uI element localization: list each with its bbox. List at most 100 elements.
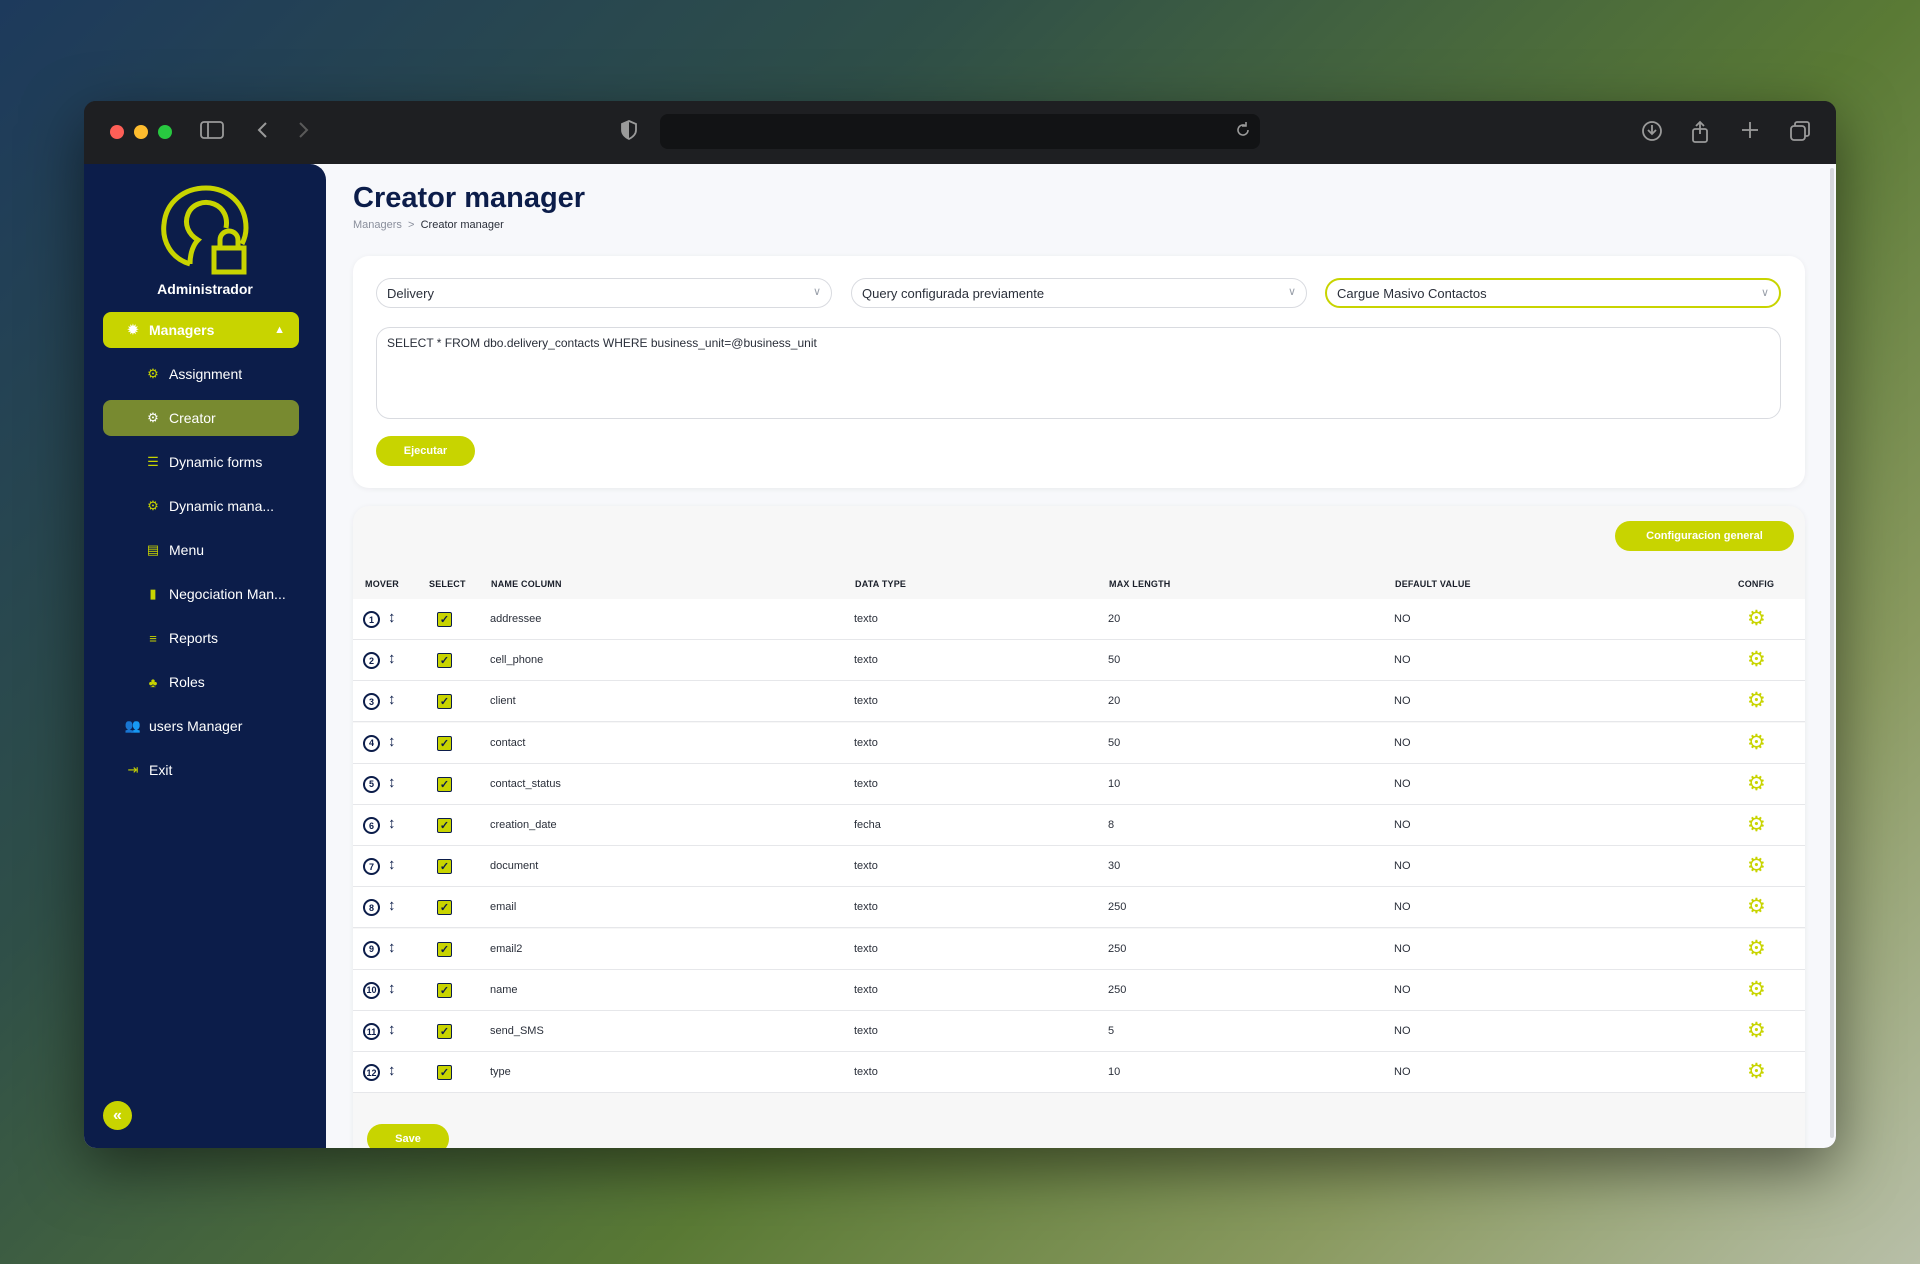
collapse-sidebar-button[interactable]: « [103,1101,132,1130]
sitemap-icon: ♣ [148,674,158,690]
sidebar-item-menu[interactable]: ▤ Menu [103,532,299,568]
columns-card: Configuracion general MOVER SELECT NAME … [353,506,1805,1148]
gears-icon: ⚙ [147,498,159,513]
breadcrumb-parent[interactable]: Managers [353,219,402,231]
gear-icon[interactable]: ⚙ [1747,979,1766,1000]
drag-handle-icon[interactable]: ↕ [388,897,396,914]
row-select-checkbox[interactable]: ✓ [437,612,452,627]
row-select-checkbox[interactable]: ✓ [437,694,452,710]
select-value: Cargue Masivo Contactos [1337,285,1487,301]
default-value: NO [1394,654,1411,667]
gear-icon[interactable]: ⚙ [1747,938,1766,959]
page-title: Creator manager [353,182,586,214]
sidebar-item-assignment[interactable]: ⚙ Assignment [103,356,299,392]
back-icon[interactable] [256,120,270,146]
drag-handle-icon[interactable]: ↕ [388,1062,396,1079]
row-select-checkbox[interactable]: ✓ [437,982,452,998]
sidebar-item-users-manager[interactable]: 👥 users Manager [103,708,299,744]
max-length: 50 [1108,654,1121,667]
address-bar[interactable] [660,114,1260,149]
row-select-checkbox[interactable]: ✓ [437,1065,452,1081]
drag-handle-icon[interactable]: ↕ [388,650,396,667]
forward-icon[interactable] [296,120,310,146]
default-value: NO [1394,819,1411,831]
sidebar-item-dynamic-manager[interactable]: ⚙ Dynamic mana... [103,488,299,524]
header-default-value: DEFAULT VALUE [1395,579,1471,589]
drag-handle-icon[interactable]: ↕ [388,856,396,873]
table-row: 3 ↕ ✓ client texto 20 NO ⚙ [353,681,1805,723]
row-select-checkbox[interactable]: ✓ [437,776,452,792]
row-number: 10 [363,981,380,999]
data-type: texto [854,777,878,790]
sidebar-toggle-icon[interactable] [200,120,224,146]
drag-handle-icon[interactable]: ↕ [388,980,396,997]
column-name: type [490,1066,511,1079]
maximize-window-button[interactable] [158,125,172,139]
query-type-select[interactable]: Query configurada previamente ∨ [851,278,1307,308]
sidebar-item-roles[interactable]: ♣ Roles [103,664,299,700]
drag-handle-icon[interactable]: ↕ [388,691,396,708]
row-select-checkbox[interactable]: ✓ [437,818,452,833]
execute-button[interactable]: Ejecutar [376,436,475,466]
row-select-checkbox[interactable]: ✓ [437,735,452,751]
gear-icon[interactable]: ⚙ [1747,896,1766,917]
sidebar-item-reports[interactable]: ≡ Reports [103,620,299,656]
row-select-checkbox[interactable]: ✓ [437,900,452,916]
row-select-checkbox[interactable]: ✓ [437,653,452,669]
default-value: NO [1394,695,1411,708]
sql-query-textarea[interactable]: SELECT * FROM dbo.delivery_contacts WHER… [376,327,1781,419]
data-type: texto [854,613,878,625]
gear-icon[interactable]: ⚙ [1747,1061,1766,1082]
query-card: Delivery ∨ Query configurada previamente… [353,256,1805,488]
tabs-overview-icon[interactable] [1789,120,1811,148]
sidebar-item-exit[interactable]: ⇥ Exit [103,752,299,788]
page-scrollbar[interactable] [1830,168,1834,1138]
minimize-window-button[interactable] [134,125,148,139]
save-button[interactable]: Save [367,1124,449,1148]
chevron-up-icon: ▲ [274,324,285,336]
sidebar-item-dynamic-forms[interactable]: ☰ Dynamic forms [103,444,299,480]
data-type: texto [854,942,878,955]
close-window-button[interactable] [110,125,124,139]
drag-handle-icon[interactable]: ↕ [388,609,396,626]
sidebar-item-negociation-manager[interactable]: ▮ Negociation Man... [103,576,299,612]
drag-handle-icon[interactable]: ↕ [388,774,396,791]
new-tab-icon[interactable] [1740,120,1760,146]
gear-icon[interactable]: ⚙ [1747,814,1766,835]
general-config-button[interactable]: Configuracion general [1615,521,1794,551]
gears-icon: ⚙ [147,366,159,381]
share-icon[interactable] [1690,120,1710,150]
shield-icon[interactable] [620,120,638,146]
sidebar-item-creator[interactable]: ⚙ Creator [103,400,299,436]
table-row: 7 ↕ ✓ document texto 30 NO ⚙ [353,846,1805,888]
table-row: 11 ↕ ✓ send_SMS texto 5 NO ⚙ [353,1011,1805,1052]
drag-handle-icon[interactable]: ↕ [388,733,396,750]
row-number: 12 [363,1064,380,1082]
gear-icon[interactable]: ⚙ [1747,855,1766,876]
gear-icon[interactable]: ⚙ [1747,1020,1766,1041]
browser-window: Administrador ✹ Managers ▲ ⚙ Assignment … [84,101,1836,1148]
role-label: Administrador [157,281,253,297]
gear-icon[interactable]: ⚙ [1747,773,1766,794]
gear-icon[interactable]: ⚙ [1747,732,1766,753]
drag-handle-icon[interactable]: ↕ [388,815,396,832]
reload-icon[interactable] [1234,121,1252,144]
max-length: 30 [1108,860,1121,873]
gear-icon[interactable]: ⚙ [1747,649,1766,670]
drag-handle-icon[interactable]: ↕ [388,939,396,956]
row-select-checkbox[interactable]: ✓ [437,941,452,957]
users-icon: 👥 [124,718,142,733]
sidebar-item-label: users Manager [149,718,243,734]
row-select-checkbox[interactable]: ✓ [437,1024,452,1039]
query-name-select[interactable]: Cargue Masivo Contactos ∨ [1325,278,1781,308]
download-icon[interactable] [1641,120,1663,148]
gear-icon[interactable]: ⚙ [1747,608,1766,629]
row-number: 6 [363,817,380,834]
sidebar-item-managers[interactable]: ✹ Managers ▲ [103,312,299,348]
gear-icon[interactable]: ⚙ [1747,690,1766,711]
row-select-checkbox[interactable]: ✓ [437,859,452,875]
drag-handle-icon[interactable]: ↕ [388,1021,396,1038]
default-value: NO [1394,860,1411,873]
row-number: 1 [363,611,380,628]
delivery-select[interactable]: Delivery ∨ [376,278,832,308]
